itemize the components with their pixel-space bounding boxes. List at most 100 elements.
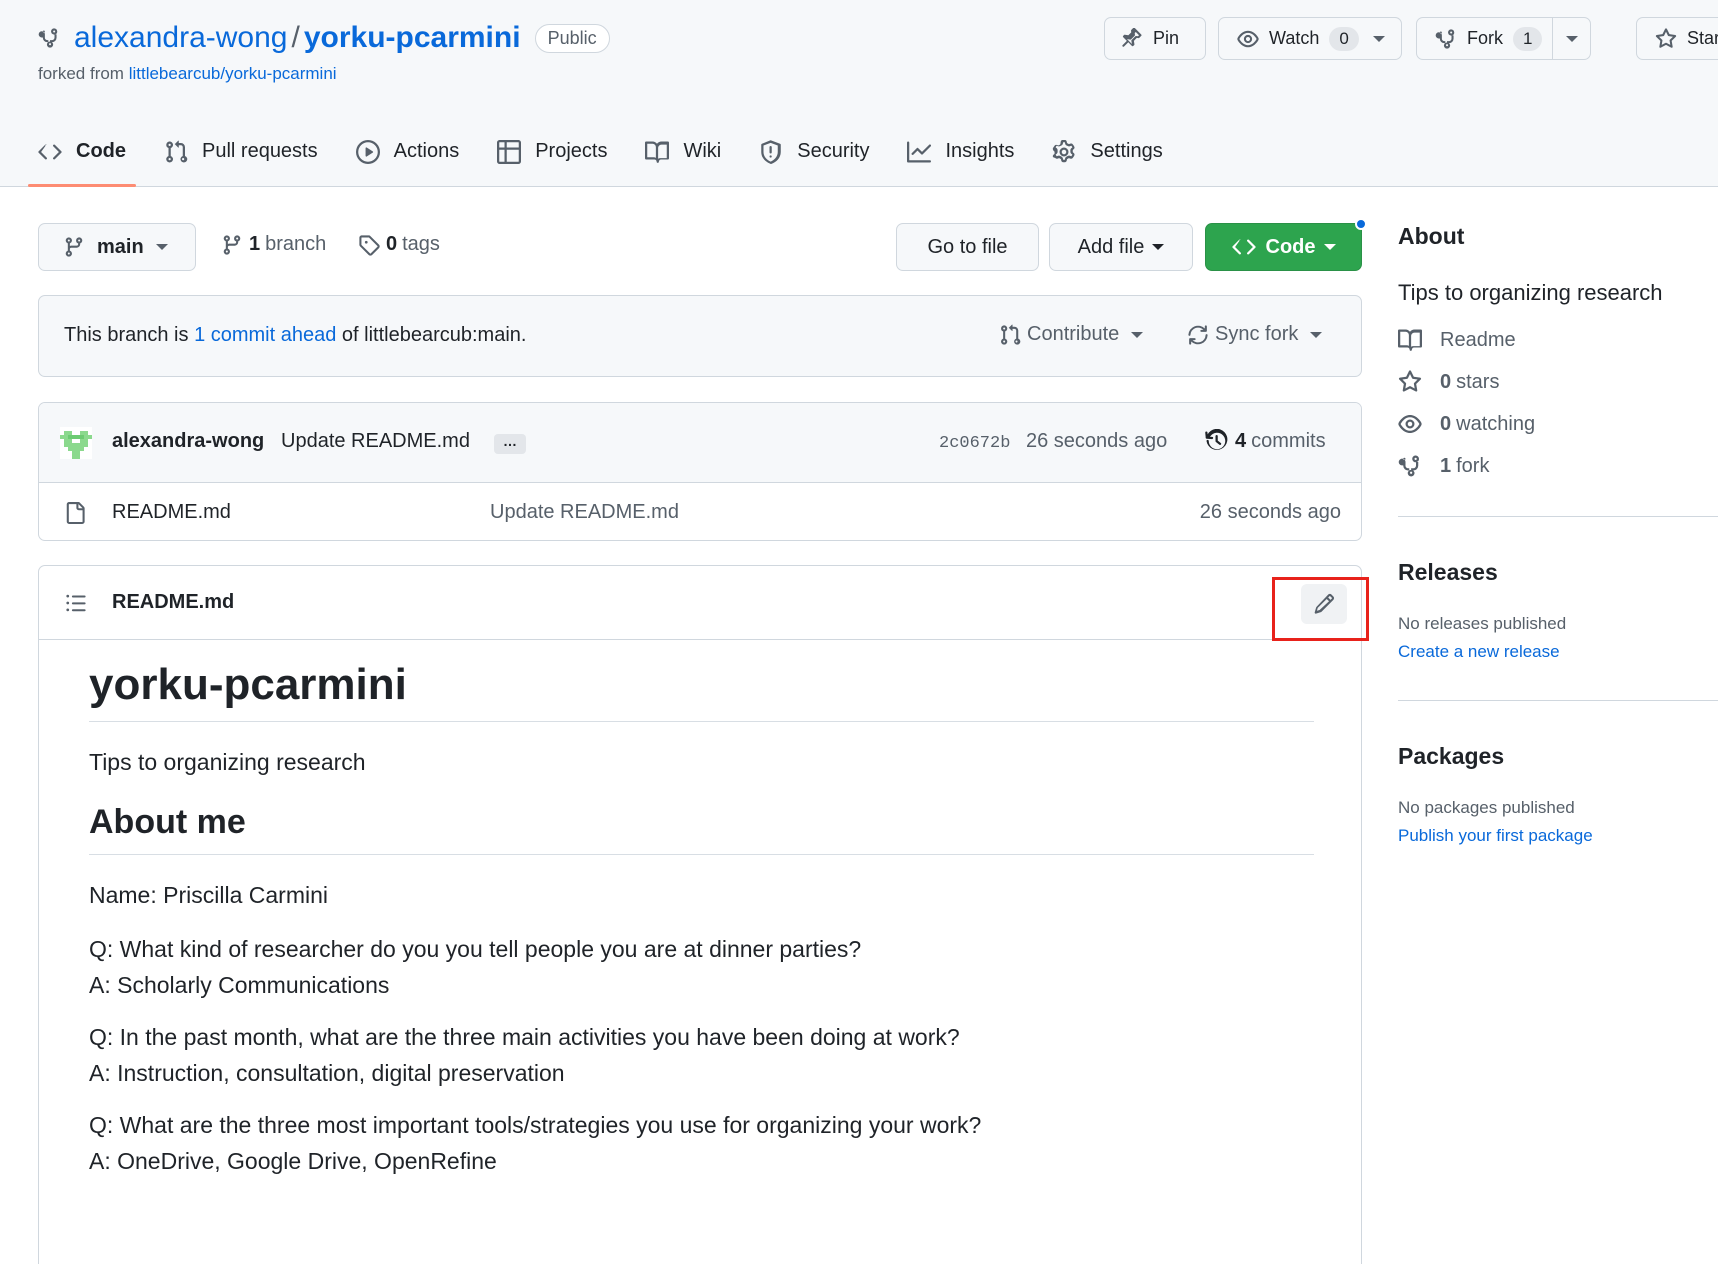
git-branch-icon bbox=[223, 234, 241, 255]
tab-label: Wiki bbox=[683, 140, 722, 162]
tag-icon bbox=[359, 234, 380, 256]
code-label: Code bbox=[1265, 235, 1316, 258]
list-unordered-icon[interactable] bbox=[64, 592, 88, 614]
tab-pull-requests[interactable]: Pull requests bbox=[164, 124, 318, 179]
git-pull-request-icon bbox=[1001, 324, 1021, 345]
forked-from-line: forked from littlebearcub/yorku-pcarmini bbox=[38, 64, 337, 84]
watch-dropdown-caret[interactable] bbox=[1372, 18, 1385, 59]
shield-icon bbox=[761, 139, 781, 164]
tab-code[interactable]: Code bbox=[28, 124, 136, 187]
branch-select-button[interactable]: main bbox=[38, 223, 196, 271]
add-file-button[interactable]: Add file bbox=[1049, 223, 1193, 271]
watchers-link[interactable]: 0 watching bbox=[1398, 412, 1718, 436]
repo-name-link[interactable]: yorku-pcarmini bbox=[304, 21, 521, 55]
file-name-link[interactable]: README.md bbox=[112, 501, 231, 524]
pin-button[interactable]: Pin bbox=[1104, 17, 1206, 60]
readme-question: Q: In the past month, what are the three… bbox=[89, 1023, 960, 1050]
tab-label: Pull requests bbox=[202, 140, 318, 162]
gear-icon bbox=[1053, 139, 1075, 162]
latest-commit-row: alexandra-wong Update README.md … 2c0672… bbox=[39, 403, 1361, 483]
go-to-file-button[interactable]: Go to file bbox=[896, 223, 1039, 271]
code-button[interactable]: Code bbox=[1205, 223, 1362, 271]
publish-package-link[interactable]: Publish your first package bbox=[1398, 826, 1718, 846]
tab-label: Security bbox=[797, 140, 870, 162]
fork-button[interactable]: Fork 1 bbox=[1417, 18, 1554, 59]
repo-description: Tips to organizing research bbox=[1398, 280, 1663, 305]
fork-dropdown-caret[interactable] bbox=[1553, 18, 1590, 59]
file-commit-message-link[interactable]: Update README.md bbox=[490, 501, 679, 524]
pin-label: Pin bbox=[1153, 28, 1180, 48]
star-button[interactable]: Star bbox=[1636, 17, 1718, 60]
watch-label: Watch bbox=[1269, 28, 1320, 48]
fork-counter: 1 bbox=[1513, 26, 1543, 51]
contribute-button[interactable]: Contribute bbox=[999, 323, 1144, 346]
readme-link[interactable]: Readme bbox=[1398, 328, 1718, 352]
repo-owner-link[interactable]: alexandra-wong bbox=[74, 21, 287, 55]
contribute-label: Contribute bbox=[1027, 323, 1120, 345]
tab-projects[interactable]: Projects bbox=[497, 124, 607, 179]
sidebar-divider bbox=[1398, 516, 1718, 517]
fork-button-group: Fork 1 bbox=[1416, 17, 1591, 60]
commit-author-link[interactable]: alexandra-wong bbox=[112, 430, 264, 453]
readme-link-label: Readme bbox=[1440, 328, 1516, 351]
path-separator: / bbox=[291, 21, 300, 54]
create-release-link[interactable]: Create a new release bbox=[1398, 642, 1718, 662]
tab-insights[interactable]: Insights bbox=[907, 124, 1014, 179]
eye-icon bbox=[1237, 30, 1259, 47]
sync-fork-button[interactable]: Sync fork bbox=[1187, 323, 1323, 346]
commit-message-link[interactable]: Update README.md bbox=[281, 430, 470, 453]
repo-header: alexandra-wong / yorku-pcarmini Public f… bbox=[0, 0, 1718, 187]
commit-details-toggle[interactable]: … bbox=[494, 434, 526, 454]
git-pull-request-icon bbox=[166, 140, 188, 163]
readme-content: yorku-pcarmini Tips to organizing resear… bbox=[89, 660, 1314, 1179]
packages-heading[interactable]: Packages bbox=[1398, 743, 1718, 770]
forked-from-link[interactable]: littlebearcub/yorku-pcarmini bbox=[129, 64, 337, 83]
branch-status-prefix: This branch is bbox=[64, 324, 195, 346]
repo-sidebar: About Tips to organizing research Readme… bbox=[1398, 223, 1718, 846]
file-row[interactable]: README.md Update README.md 26 seconds ag… bbox=[39, 483, 1361, 540]
git-branch-icon bbox=[65, 237, 83, 257]
tab-security[interactable]: Security bbox=[759, 124, 869, 179]
tab-settings[interactable]: Settings bbox=[1052, 124, 1163, 179]
tab-wiki[interactable]: Wiki bbox=[645, 124, 721, 179]
tab-actions[interactable]: Actions bbox=[355, 124, 460, 179]
commit-word: commits bbox=[1251, 429, 1326, 452]
commits-ahead-link[interactable]: 1 commit ahead bbox=[194, 324, 336, 346]
tab-label: Insights bbox=[945, 140, 1015, 162]
file-browser: alexandra-wong Update README.md … 2c0672… bbox=[38, 402, 1362, 541]
readme-answer: A: OneDrive, Google Drive, OpenRefine bbox=[89, 1147, 497, 1174]
avatar[interactable] bbox=[60, 427, 92, 459]
watch-button[interactable]: Watch 0 bbox=[1218, 17, 1402, 60]
repo-forked-icon bbox=[1435, 28, 1455, 49]
readme-subheading: About me bbox=[89, 804, 1314, 855]
star-icon bbox=[1398, 370, 1422, 392]
releases-heading[interactable]: Releases bbox=[1398, 559, 1718, 586]
fork-label: Fork bbox=[1467, 28, 1503, 48]
commits-history-link[interactable]: 4 commits bbox=[1205, 429, 1326, 453]
tab-label: Code bbox=[76, 140, 126, 162]
book-icon bbox=[645, 141, 670, 163]
stars-count: 0 bbox=[1440, 370, 1452, 393]
tab-label: Actions bbox=[393, 140, 460, 162]
readme-title-link[interactable]: README.md bbox=[112, 591, 234, 614]
go-to-file-label: Go to file bbox=[927, 235, 1008, 258]
tags-link[interactable]: 0 tags bbox=[358, 233, 440, 256]
code-icon bbox=[38, 144, 62, 159]
branch-status-box: This branch is 1 commit ahead of littleb… bbox=[38, 295, 1362, 377]
stars-link[interactable]: 0 stars bbox=[1398, 370, 1718, 394]
commit-sha-link[interactable]: 2c0672b bbox=[939, 434, 1010, 453]
forks-count: 1 bbox=[1440, 454, 1452, 477]
file-commit-time: 26 seconds ago bbox=[1199, 501, 1341, 523]
add-file-label: Add file bbox=[1077, 235, 1145, 258]
readme-answer: A: Scholarly Communications bbox=[89, 971, 390, 998]
repo-title: alexandra-wong / yorku-pcarmini Public bbox=[38, 18, 610, 58]
branches-link[interactable]: 1 branch bbox=[221, 233, 326, 256]
sync-icon bbox=[1188, 324, 1208, 345]
forked-from-prefix: forked from bbox=[38, 64, 129, 83]
readme-answer: A: Instruction, consultation, digital pr… bbox=[89, 1059, 565, 1086]
commit-time: 26 seconds ago bbox=[1026, 430, 1168, 452]
forks-link[interactable]: 1 fork bbox=[1398, 454, 1718, 478]
pin-icon bbox=[1122, 27, 1142, 47]
tag-count: 0 bbox=[386, 233, 398, 255]
branch-name: main bbox=[97, 235, 144, 258]
